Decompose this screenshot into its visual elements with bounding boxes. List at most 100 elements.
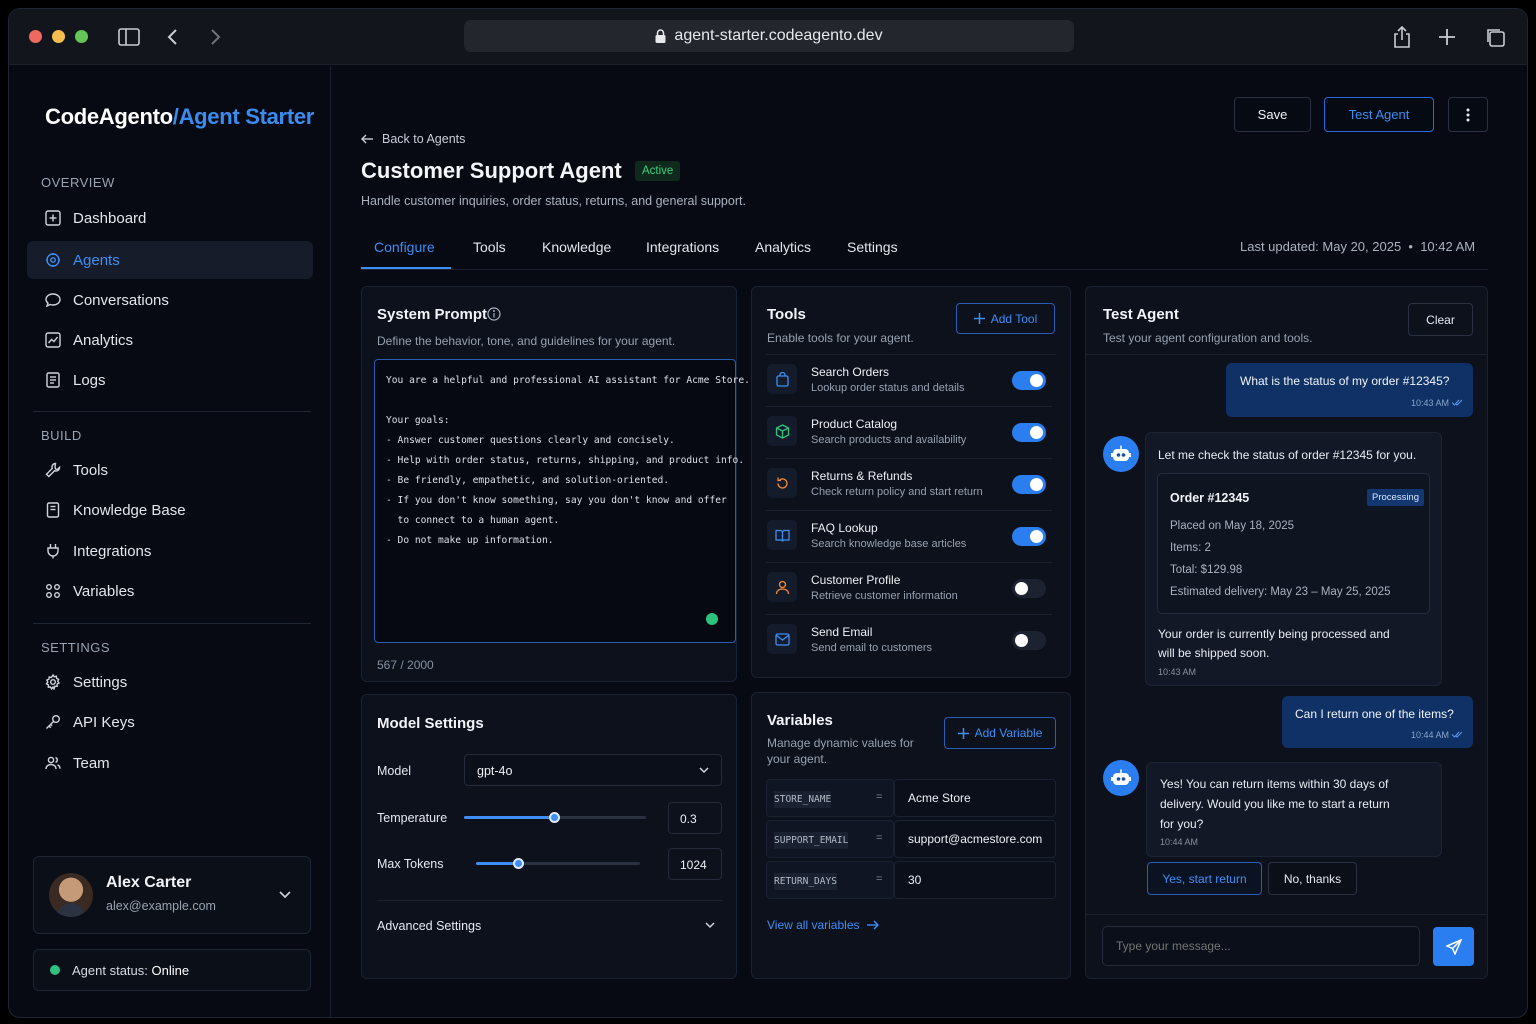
- agents-icon: [46, 253, 60, 267]
- sidebar-toggle-icon[interactable]: [115, 23, 143, 51]
- test-agent-panel: Test Agent Test your agent configuration…: [1085, 286, 1488, 979]
- send-email-toggle[interactable]: [1012, 631, 1046, 650]
- sidebar-item-analytics[interactable]: Analytics: [27, 321, 313, 359]
- read-receipt-icon: [1451, 399, 1463, 406]
- variables-title: Variables: [767, 712, 833, 729]
- save-button[interactable]: Save: [1234, 97, 1311, 132]
- send-message-button[interactable]: [1433, 927, 1474, 966]
- user-icon: [767, 572, 797, 602]
- max-tokens-input[interactable]: 1024: [668, 848, 722, 880]
- model-select[interactable]: gpt-4o: [464, 754, 722, 786]
- test-agent-button[interactable]: Test Agent: [1324, 97, 1434, 132]
- variables-panel: Variables Manage dynamic values for your …: [751, 692, 1071, 979]
- user-message: What is the status of my order #12345? 1…: [1226, 363, 1473, 417]
- back-to-agents-link[interactable]: Back to Agents: [361, 132, 465, 146]
- variable-row: STORE_NAME = Acme Store: [766, 779, 1056, 817]
- test-agent-subtitle: Test your agent configuration and tools.: [1103, 331, 1313, 345]
- tools-subtitle: Enable tools for your agent.: [767, 331, 914, 345]
- sidebar: CodeAgento/Agent Starter OVERVIEW Dashbo…: [9, 66, 331, 1017]
- tab-tools[interactable]: Tools: [473, 239, 506, 255]
- forward-icon[interactable]: [201, 23, 229, 51]
- search-orders-toggle[interactable]: [1012, 371, 1046, 390]
- order-status-badge: Processing: [1367, 489, 1424, 506]
- variable-key[interactable]: STORE_NAME: [766, 779, 894, 817]
- back-icon[interactable]: [159, 23, 187, 51]
- sidebar-item-dashboard[interactable]: Dashboard: [27, 199, 313, 237]
- tabs-divider: [361, 269, 1488, 270]
- close-window-button[interactable]: [29, 30, 42, 43]
- variable-row: SUPPORT_EMAIL = support@acmestore.com: [766, 820, 1056, 858]
- variable-key[interactable]: SUPPORT_EMAIL: [766, 820, 894, 858]
- sidebar-item-settings[interactable]: Settings: [27, 663, 313, 701]
- read-receipt-icon: [1451, 731, 1463, 738]
- box-icon: [767, 416, 797, 446]
- tab-configure[interactable]: Configure: [374, 239, 435, 255]
- sidebar-item-agents[interactable]: Agents: [27, 241, 313, 279]
- max-tokens-slider[interactable]: [476, 858, 640, 869]
- user-profile-card[interactable]: Alex Carter alex@example.com: [33, 856, 311, 934]
- share-icon[interactable]: [1388, 23, 1416, 51]
- new-tab-icon[interactable]: [1433, 23, 1461, 51]
- sidebar-item-variables[interactable]: Variables: [27, 572, 313, 610]
- tool-row-product-catalog: Product Catalog Search products and avai…: [766, 407, 1052, 459]
- tab-analytics[interactable]: Analytics: [755, 239, 811, 255]
- agent-status-value: Online: [151, 962, 190, 978]
- variable-value[interactable]: Acme Store: [894, 779, 1056, 817]
- info-icon[interactable]: [487, 307, 501, 321]
- main-content: Back to Agents Customer Support Agent Ac…: [331, 66, 1527, 1017]
- brand-logo[interactable]: CodeAgento/Agent Starter: [45, 104, 314, 130]
- minimize-window-button[interactable]: [52, 30, 65, 43]
- maximize-window-button[interactable]: [75, 30, 88, 43]
- variable-key[interactable]: RETURN_DAYS: [766, 861, 894, 899]
- temperature-slider-fill: [464, 816, 555, 819]
- team-icon: [45, 756, 61, 770]
- url-bar[interactable]: agent-starter.codeagento.dev: [464, 20, 1074, 52]
- order-card: Order #12345 Processing Placed on May 18…: [1157, 473, 1430, 614]
- sidebar-item-tools[interactable]: Tools: [27, 451, 313, 489]
- tab-integrations[interactable]: Integrations: [646, 239, 719, 255]
- more-options-button[interactable]: [1448, 97, 1488, 132]
- variable-value[interactable]: support@acmestore.com: [894, 820, 1056, 858]
- sidebar-item-knowledge-base[interactable]: Knowledge Base: [27, 491, 313, 529]
- max-tokens-slider-handle[interactable]: [512, 858, 524, 869]
- variable-value[interactable]: 30: [894, 861, 1056, 899]
- sidebar-item-api-keys[interactable]: API Keys: [27, 703, 313, 741]
- view-all-variables-link[interactable]: View all variables: [767, 918, 879, 932]
- sidebar-item-team[interactable]: Team: [27, 744, 313, 782]
- status-badge: Active: [635, 161, 681, 181]
- agent-status-card: Agent status: Online: [33, 949, 311, 991]
- user-name: Alex Carter: [106, 874, 192, 891]
- temperature-input[interactable]: 0.3: [668, 802, 722, 834]
- sidebar-item-integrations[interactable]: Integrations: [27, 532, 313, 570]
- quick-reply-yes-button[interactable]: Yes, start return: [1147, 862, 1262, 895]
- send-icon: [1445, 938, 1462, 955]
- add-variable-button[interactable]: Add Variable: [944, 717, 1056, 749]
- sidebar-item-logs[interactable]: Logs: [27, 361, 313, 399]
- tab-settings[interactable]: Settings: [847, 239, 898, 255]
- gear-icon: [45, 674, 61, 690]
- chat-icon: [45, 293, 61, 308]
- advanced-settings-toggle[interactable]: Advanced Settings: [377, 907, 723, 945]
- temperature-slider[interactable]: [464, 812, 646, 823]
- tool-row-faq-lookup: FAQ Lookup Search knowledge base article…: [766, 511, 1052, 563]
- page-title: Customer Support Agent: [361, 158, 622, 183]
- returns-refunds-toggle[interactable]: [1012, 475, 1046, 494]
- add-tool-button[interactable]: Add Tool: [956, 303, 1055, 334]
- dashboard-icon: [45, 210, 61, 226]
- online-indicator-icon: [50, 965, 60, 975]
- tabs-overview-icon[interactable]: [1481, 23, 1509, 51]
- last-updated: Last updated: May 20, 2025 • 10:42 AM: [1240, 239, 1476, 254]
- faq-lookup-toggle[interactable]: [1012, 527, 1046, 546]
- tab-knowledge[interactable]: Knowledge: [542, 239, 611, 255]
- sidebar-item-conversations[interactable]: Conversations: [27, 281, 313, 319]
- temperature-slider-handle[interactable]: [549, 812, 560, 823]
- clear-chat-button[interactable]: Clear: [1408, 303, 1473, 336]
- tool-row-returns-refunds: Returns & Refunds Check return policy an…: [766, 459, 1052, 511]
- product-catalog-toggle[interactable]: [1012, 423, 1046, 442]
- arrow-left-icon: [361, 134, 373, 144]
- quick-reply-no-button[interactable]: No, thanks: [1268, 862, 1357, 895]
- system-prompt-textarea[interactable]: You are a helpful and professional AI as…: [374, 359, 750, 643]
- chat-message-input[interactable]: [1102, 926, 1420, 966]
- build-section-label: BUILD: [41, 428, 82, 443]
- customer-profile-toggle[interactable]: [1012, 579, 1046, 598]
